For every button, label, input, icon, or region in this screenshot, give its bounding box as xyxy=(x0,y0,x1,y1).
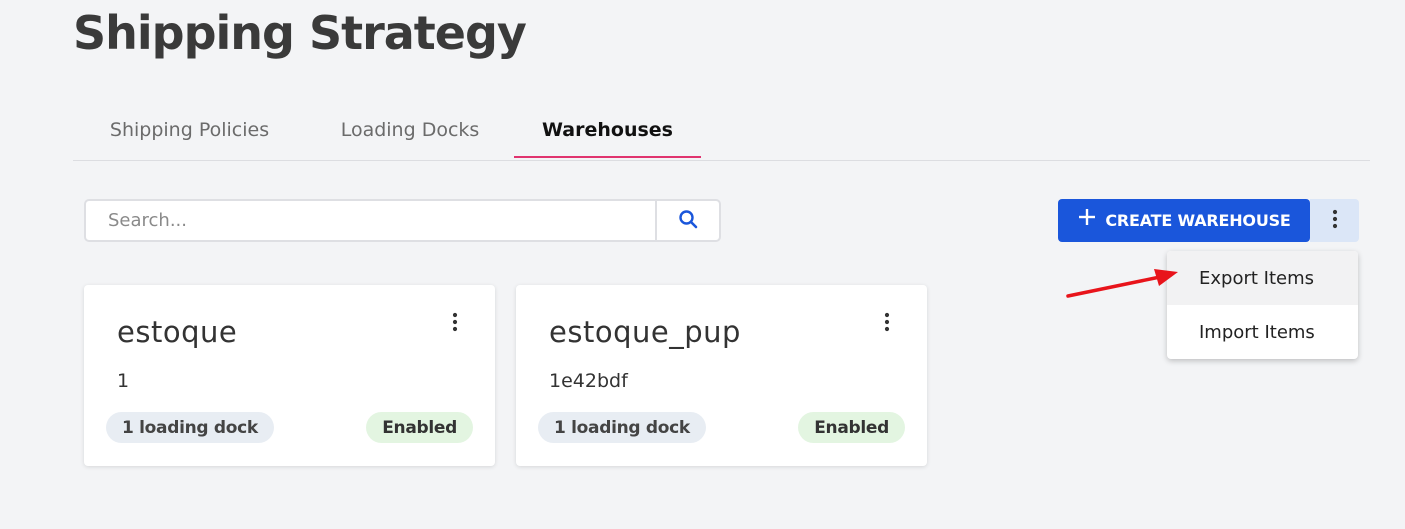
annotation-arrow xyxy=(1066,269,1178,298)
warehouse-name: estoque xyxy=(117,315,238,349)
card-menu-button[interactable] xyxy=(877,311,897,337)
create-warehouse-label: CREATE WAREHOUSE xyxy=(1105,211,1291,230)
loading-dock-badge: 1 loading dock xyxy=(538,412,706,443)
active-tab-indicator xyxy=(514,156,701,158)
page-title: Shipping Strategy xyxy=(73,6,527,60)
kebab-icon xyxy=(452,312,458,336)
search-icon xyxy=(678,209,698,233)
card-menu-button[interactable] xyxy=(445,311,465,337)
kebab-icon xyxy=(884,312,890,336)
search-input[interactable] xyxy=(86,201,655,240)
warehouse-card[interactable]: estoque 1 1 loading dock Enabled xyxy=(84,285,495,466)
kebab-icon xyxy=(1332,209,1338,233)
tab-loading-docks[interactable]: Loading Docks xyxy=(306,108,514,159)
warehouse-id: 1 xyxy=(117,370,130,392)
tab-shipping-policies[interactable]: Shipping Policies xyxy=(73,108,306,159)
menu-item-import[interactable]: Import Items xyxy=(1167,305,1358,359)
search-box xyxy=(84,199,721,242)
plus-icon xyxy=(1077,206,1097,232)
search-button[interactable] xyxy=(655,201,719,240)
warehouse-card[interactable]: estoque_pup 1e42bdf 1 loading dock Enabl… xyxy=(516,285,927,466)
status-badge: Enabled xyxy=(798,412,905,443)
tab-bar: Shipping Policies Loading Docks Warehous… xyxy=(73,108,1370,161)
more-actions-button[interactable] xyxy=(1310,199,1359,242)
menu-item-export[interactable]: Export Items xyxy=(1167,251,1358,305)
actions-menu: Export Items Import Items xyxy=(1167,251,1358,359)
tab-warehouses[interactable]: Warehouses xyxy=(514,108,701,159)
create-warehouse-button[interactable]: CREATE WAREHOUSE xyxy=(1058,199,1310,242)
warehouse-name: estoque_pup xyxy=(549,315,741,349)
loading-dock-badge: 1 loading dock xyxy=(106,412,274,443)
warehouse-id: 1e42bdf xyxy=(549,370,628,392)
status-badge: Enabled xyxy=(366,412,473,443)
